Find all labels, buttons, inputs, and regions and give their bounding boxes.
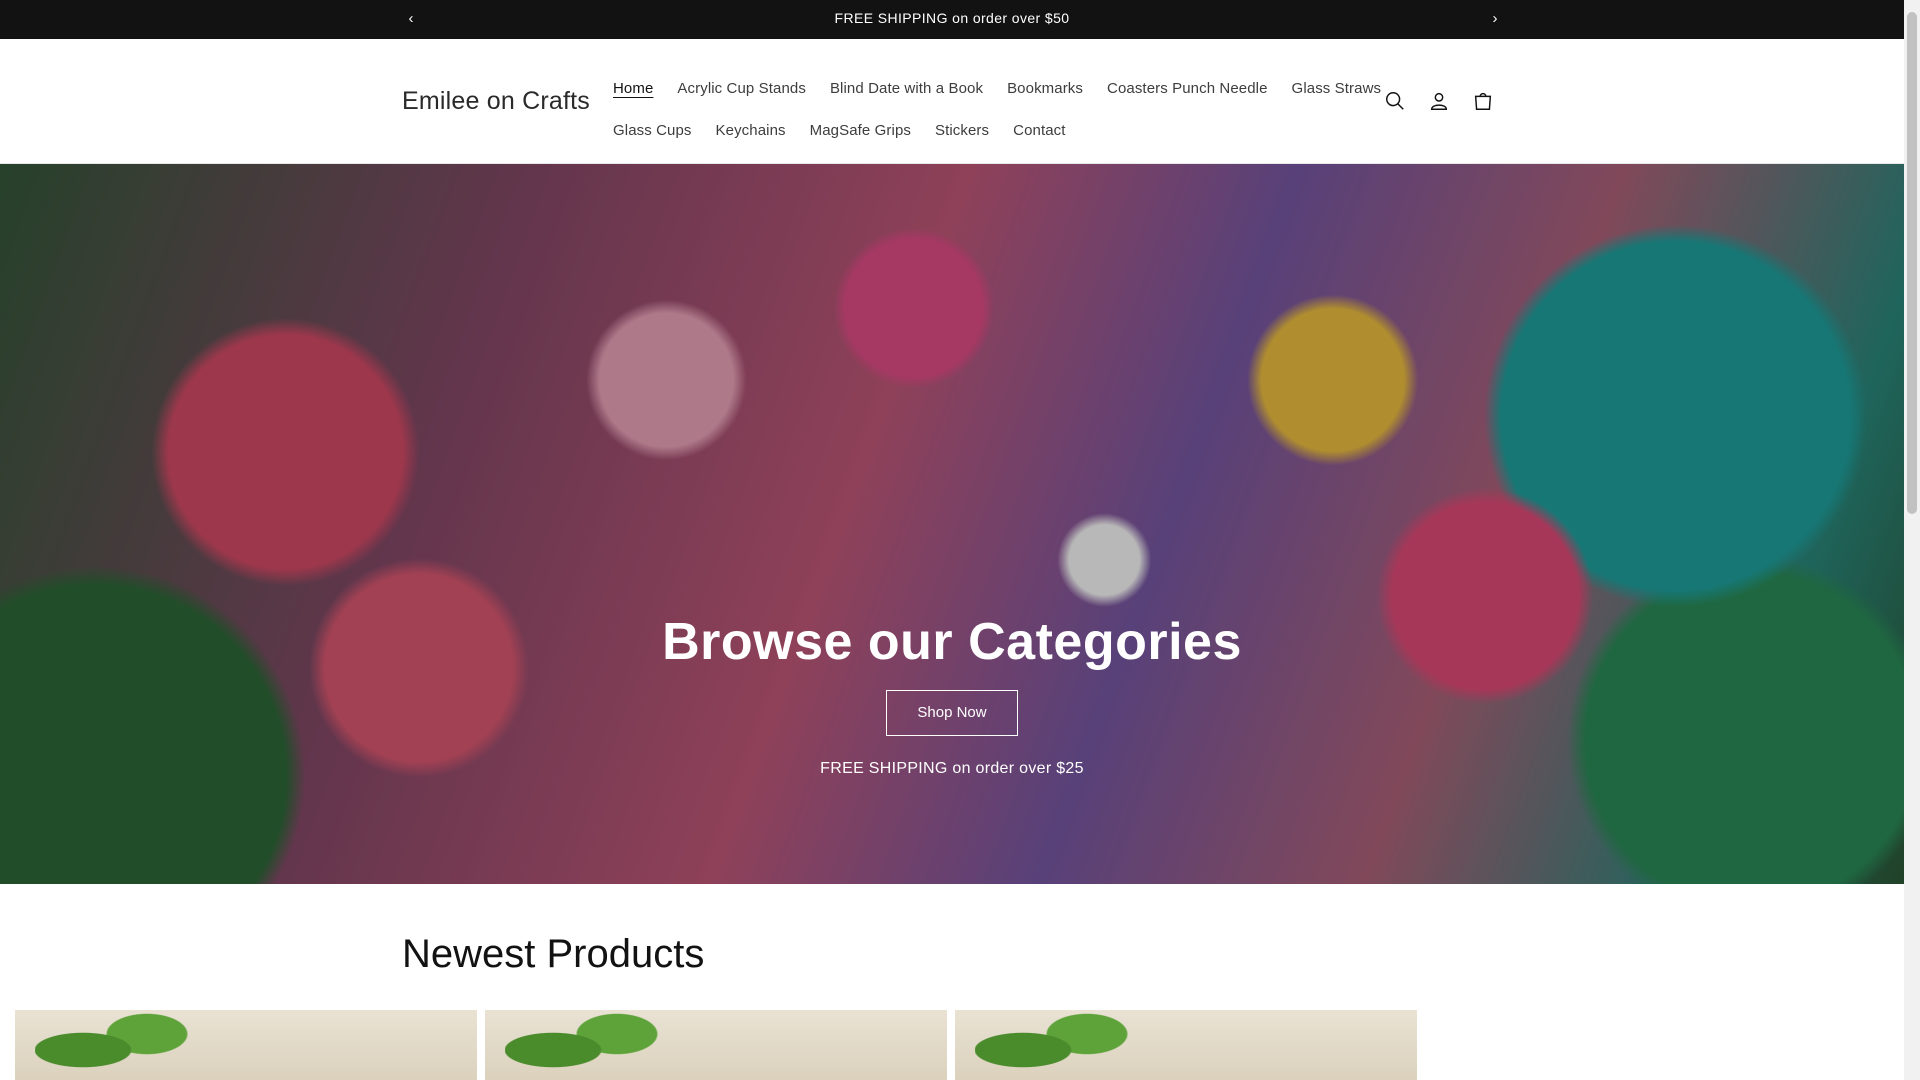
- nav-glass-straws[interactable]: Glass Straws: [1280, 80, 1394, 97]
- nav-contact[interactable]: Contact: [1001, 122, 1077, 139]
- nav-acrylic-cup-stands[interactable]: Acrylic Cup Stands: [665, 80, 818, 97]
- hero-subtitle: FREE SHIPPING on order over $25: [820, 760, 1084, 777]
- product-grid: [15, 1010, 1417, 1080]
- hero-content: Browse our Categories Shop Now FREE SHIP…: [0, 612, 1904, 778]
- product-card[interactable]: [485, 1010, 947, 1080]
- hero-banner: Browse our Categories Shop Now FREE SHIP…: [0, 164, 1904, 884]
- chevron-right-icon[interactable]: ›: [1482, 6, 1508, 32]
- nav-home[interactable]: Home: [601, 80, 665, 97]
- header-icons: [1378, 84, 1500, 118]
- nav-coasters-punch-needle[interactable]: Coasters Punch Needle: [1095, 80, 1280, 97]
- nav-row-2: Glass Cups Keychains MagSafe Grips Stick…: [601, 109, 1341, 151]
- newest-products-title: Newest Products: [402, 932, 705, 976]
- product-card[interactable]: [955, 1010, 1417, 1080]
- main-nav: Home Acrylic Cup Stands Blind Date with …: [601, 67, 1381, 151]
- scrollbar-thumb[interactable]: [1907, 12, 1917, 514]
- product-image: [975, 1010, 1135, 1080]
- site-header: Emilee on Crafts Home Acrylic Cup Stands…: [0, 39, 1904, 164]
- hero-title: Browse our Categories: [662, 613, 1242, 671]
- nav-bookmarks[interactable]: Bookmarks: [995, 80, 1095, 97]
- nav-blind-date-with-a-book[interactable]: Blind Date with a Book: [818, 80, 995, 97]
- announcement-bar: ‹ FREE SHIPPING on order over $50 ›: [0, 0, 1904, 39]
- account-icon[interactable]: [1422, 84, 1456, 118]
- product-image: [505, 1010, 665, 1080]
- nav-row-1: Home Acrylic Cup Stands Blind Date with …: [601, 67, 1381, 109]
- nav-glass-cups[interactable]: Glass Cups: [601, 122, 704, 139]
- cart-icon[interactable]: [1466, 84, 1500, 118]
- product-card[interactable]: [15, 1010, 477, 1080]
- product-image: [35, 1010, 195, 1080]
- nav-stickers[interactable]: Stickers: [923, 122, 1001, 139]
- site-logo[interactable]: Emilee on Crafts: [402, 87, 590, 116]
- search-icon[interactable]: [1378, 84, 1412, 118]
- announcement-message: FREE SHIPPING on order over $50: [834, 10, 1070, 26]
- nav-keychains[interactable]: Keychains: [704, 122, 798, 139]
- nav-magsafe-grips[interactable]: MagSafe Grips: [798, 122, 923, 139]
- shop-now-button[interactable]: Shop Now: [886, 690, 1018, 736]
- page-scrollbar[interactable]: [1904, 0, 1920, 1080]
